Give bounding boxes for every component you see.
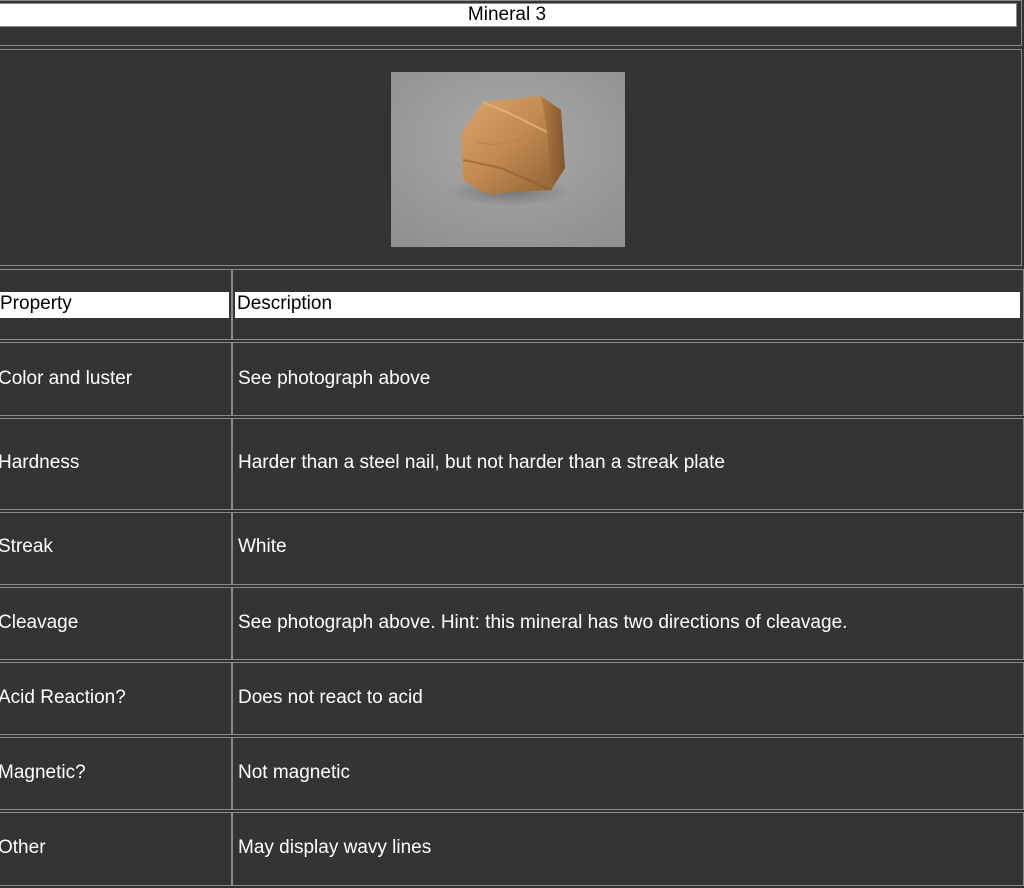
mineral-photo (391, 72, 625, 247)
property-label: Cleavage (0, 612, 79, 633)
table-row-description-cell (232, 737, 1024, 810)
property-label: Magnetic? (0, 762, 86, 783)
property-label: Hardness (0, 452, 80, 473)
page: Mineral 3 Property Description Color and… (0, 0, 1024, 888)
property-label: Streak (0, 536, 53, 557)
property-value: Does not react to acid (238, 687, 423, 708)
property-value: See photograph above. Hint: this mineral… (238, 612, 848, 633)
description-header: Description (235, 292, 1020, 318)
property-value: See photograph above (238, 368, 431, 389)
property-label: Other (0, 837, 46, 858)
page-title: Mineral 3 (0, 3, 1017, 27)
property-label: Acid Reaction? (0, 687, 126, 708)
property-label: Color and luster (0, 368, 133, 389)
property-value: May display wavy lines (238, 837, 432, 858)
property-value: White (238, 536, 287, 557)
property-value: Harder than a steel nail, but not harder… (238, 452, 725, 473)
title-block: Mineral 3 (0, 0, 1022, 46)
property-value: Not magnetic (238, 762, 350, 783)
table-row-description-cell (232, 512, 1024, 585)
property-header: Property (0, 292, 229, 318)
